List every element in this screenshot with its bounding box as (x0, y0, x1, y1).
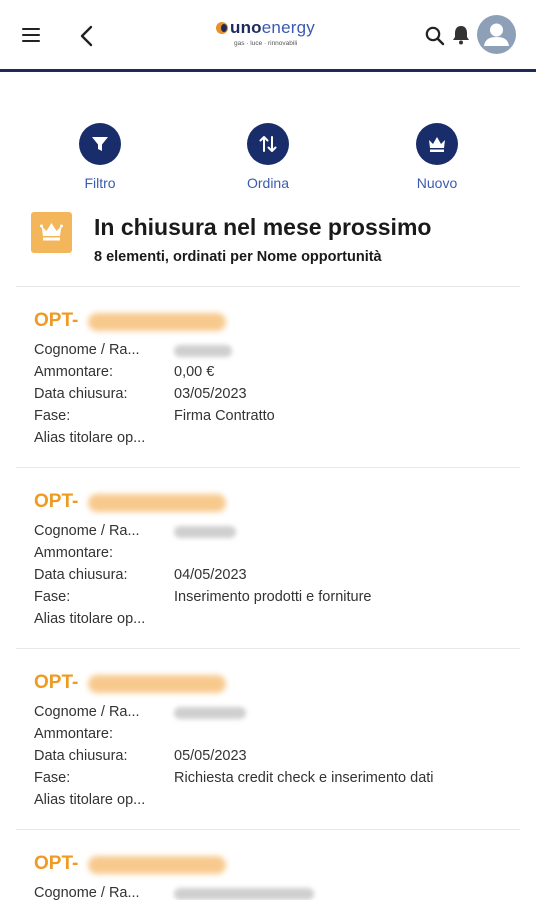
user-avatar[interactable] (477, 15, 516, 54)
redacted-surname (174, 707, 246, 719)
opportunity-name[interactable]: OPT- (34, 491, 78, 513)
bell-icon[interactable] (451, 24, 471, 46)
hamburger-icon[interactable] (22, 26, 42, 44)
redacted-opportunity-id (88, 313, 226, 331)
logo-tagline: gas · luce · rinnovabili (234, 40, 298, 47)
list-title: In chiusura nel mese prossimo (94, 214, 432, 240)
search-icon[interactable] (424, 25, 446, 47)
opportunity-name[interactable]: OPT- (34, 672, 78, 694)
redacted-opportunity-id (88, 675, 226, 693)
sort-button[interactable]: Ordina (223, 123, 313, 191)
app-header: unoenergy gas · luce · rinnovabili (0, 0, 536, 72)
redacted-opportunity-id (88, 856, 226, 874)
opportunity-card[interactable]: OPT- Cognome / Ra... Ammontare: Data chi… (0, 479, 536, 659)
filter-icon (79, 123, 121, 165)
opportunity-card[interactable]: OPT- Cognome / Ra... Ammontare: Data chi… (0, 660, 536, 840)
opportunity-name[interactable]: OPT- (34, 310, 78, 332)
redacted-surname (174, 345, 232, 357)
brand-logo: unoenergy gas · luce · rinnovabili (214, 18, 334, 52)
opportunity-name[interactable]: OPT- (34, 853, 78, 875)
sort-icon (247, 123, 289, 165)
filter-label: Filtro (84, 175, 116, 191)
filter-button[interactable]: Filtro (55, 123, 145, 191)
opportunity-card[interactable]: OPT- Cognome / Ra... Ammontare: 0,00 € D… (0, 298, 536, 478)
divider (16, 829, 520, 830)
new-label: Nuovo (416, 175, 458, 191)
opportunity-card[interactable]: OPT- Cognome / Ra... (0, 841, 536, 900)
redacted-surname (174, 888, 314, 900)
list-subtitle: 8 elementi, ordinati per Nome opportunit… (94, 249, 382, 265)
new-button[interactable]: Nuovo (392, 123, 482, 191)
divider (16, 467, 520, 468)
logo-mark (216, 22, 228, 34)
crown-icon (416, 123, 458, 165)
user-icon (484, 23, 509, 46)
redacted-surname (174, 526, 236, 538)
divider (16, 648, 520, 649)
sort-label: Ordina (246, 175, 290, 191)
back-icon[interactable] (76, 24, 98, 48)
redacted-opportunity-id (88, 494, 226, 512)
logo-text: unoenergy (230, 18, 315, 37)
list-crown-icon (31, 212, 72, 253)
divider (16, 286, 520, 287)
